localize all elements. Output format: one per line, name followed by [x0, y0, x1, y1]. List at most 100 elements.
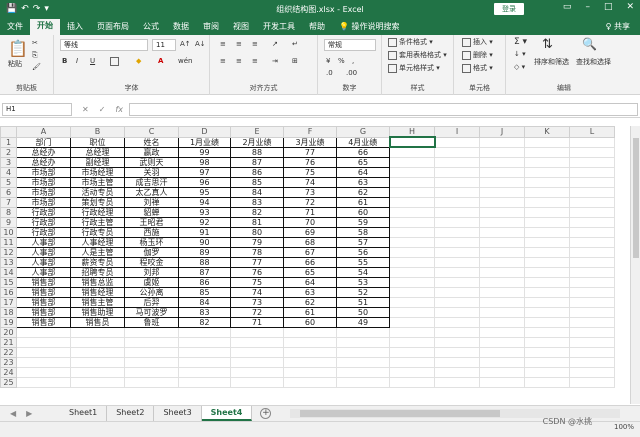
- font-color-button[interactable]: A: [158, 57, 163, 65]
- paste-button[interactable]: 粘贴: [8, 59, 22, 69]
- cell[interactable]: [479, 256, 525, 268]
- find-select-icon[interactable]: 🔍: [582, 37, 597, 51]
- cell[interactable]: [524, 246, 570, 258]
- column-header[interactable]: H: [389, 126, 435, 138]
- align-center-icon[interactable]: ≡: [236, 57, 242, 65]
- row-header[interactable]: 8: [0, 206, 17, 218]
- cancel-icon[interactable]: ✕: [82, 105, 89, 114]
- cell[interactable]: 73: [230, 296, 284, 308]
- cell[interactable]: [479, 356, 525, 368]
- cell[interactable]: [434, 246, 480, 258]
- cell[interactable]: [434, 376, 480, 388]
- cell[interactable]: 83: [178, 306, 231, 318]
- cell[interactable]: [16, 336, 71, 348]
- cell[interactable]: [479, 376, 525, 388]
- cell[interactable]: 73: [283, 186, 337, 198]
- cell[interactable]: 66: [336, 146, 390, 158]
- ribbon-tab[interactable]: 视图: [226, 20, 256, 35]
- cell[interactable]: [16, 346, 71, 358]
- cell[interactable]: [389, 196, 435, 208]
- cell[interactable]: [479, 226, 525, 238]
- cell[interactable]: [524, 356, 570, 368]
- cell[interactable]: [124, 336, 179, 348]
- cell[interactable]: [124, 356, 179, 368]
- minimize-icon[interactable]: –: [585, 2, 590, 12]
- cell[interactable]: 87: [178, 266, 231, 278]
- cell[interactable]: [524, 136, 570, 148]
- cell[interactable]: 95: [178, 186, 231, 198]
- cell[interactable]: [524, 306, 570, 318]
- cell[interactable]: [569, 316, 615, 328]
- cell[interactable]: [389, 296, 435, 308]
- cell[interactable]: 行政部: [16, 206, 71, 218]
- cell[interactable]: [336, 326, 390, 338]
- cell[interactable]: [479, 366, 525, 378]
- cell[interactable]: [569, 166, 615, 178]
- cell[interactable]: [434, 136, 480, 148]
- cell[interactable]: 74: [283, 176, 337, 188]
- cell[interactable]: 行政部: [16, 216, 71, 228]
- ribbon-tab[interactable]: 插入: [60, 20, 90, 35]
- wrap-text-icon[interactable]: ↵: [292, 40, 298, 48]
- cell[interactable]: [524, 166, 570, 178]
- cell[interactable]: [569, 176, 615, 188]
- row-header[interactable]: 11: [0, 236, 17, 248]
- row-header[interactable]: 2: [0, 146, 17, 158]
- cell[interactable]: [434, 316, 480, 328]
- cell[interactable]: 93: [178, 206, 231, 218]
- row-header[interactable]: 17: [0, 296, 17, 308]
- cell[interactable]: [70, 336, 125, 348]
- cell[interactable]: [389, 246, 435, 258]
- cell[interactable]: [524, 196, 570, 208]
- cell[interactable]: 88: [230, 146, 284, 158]
- cell[interactable]: [70, 346, 125, 358]
- column-header[interactable]: L: [569, 126, 615, 138]
- cell[interactable]: [479, 176, 525, 188]
- delete-cells-button[interactable]: 删除 ▾: [462, 50, 493, 60]
- border-icon[interactable]: [110, 57, 121, 66]
- cell[interactable]: [569, 206, 615, 218]
- cell[interactable]: 79: [230, 236, 284, 248]
- cell[interactable]: 53: [336, 276, 390, 288]
- column-header[interactable]: K: [524, 126, 570, 138]
- cell[interactable]: 总经办: [16, 146, 71, 158]
- cell[interactable]: [178, 326, 231, 338]
- cell[interactable]: [524, 376, 570, 388]
- prev-sheet-icon[interactable]: ◀: [10, 409, 16, 418]
- cell[interactable]: 市场主管: [70, 176, 125, 188]
- cell[interactable]: 98: [178, 156, 231, 168]
- cell[interactable]: 84: [230, 186, 284, 198]
- cell[interactable]: 招聘专员: [70, 266, 125, 278]
- cell[interactable]: 刘禅: [124, 196, 179, 208]
- ribbon-display-icon[interactable]: ▭: [563, 2, 572, 12]
- cell[interactable]: 销售部: [16, 286, 71, 298]
- cell[interactable]: [389, 306, 435, 318]
- cell[interactable]: [479, 146, 525, 158]
- cell[interactable]: 68: [283, 236, 337, 248]
- cell[interactable]: 活动专员: [70, 186, 125, 198]
- cell[interactable]: 64: [283, 276, 337, 288]
- cell[interactable]: [524, 276, 570, 288]
- table-format-button[interactable]: 套用表格格式 ▾: [388, 50, 447, 60]
- cell[interactable]: 75: [283, 166, 337, 178]
- cell[interactable]: [434, 226, 480, 238]
- cell[interactable]: [389, 356, 435, 368]
- row-header[interactable]: 22: [0, 346, 17, 358]
- cell[interactable]: [479, 156, 525, 168]
- cell[interactable]: 65: [283, 266, 337, 278]
- cell[interactable]: [569, 156, 615, 168]
- cell[interactable]: 60: [336, 206, 390, 218]
- cell[interactable]: 54: [336, 266, 390, 278]
- cell[interactable]: [479, 336, 525, 348]
- cell[interactable]: 74: [230, 286, 284, 298]
- cell[interactable]: 马可波罗: [124, 306, 179, 318]
- cell[interactable]: [524, 256, 570, 268]
- ribbon-tab[interactable]: 帮助: [302, 20, 332, 35]
- cell[interactable]: 76: [283, 156, 337, 168]
- cell[interactable]: [569, 306, 615, 318]
- cell[interactable]: 63: [283, 286, 337, 298]
- cell[interactable]: 72: [283, 196, 337, 208]
- cell[interactable]: [479, 346, 525, 358]
- cell[interactable]: [388, 136, 436, 148]
- cell[interactable]: [389, 166, 435, 178]
